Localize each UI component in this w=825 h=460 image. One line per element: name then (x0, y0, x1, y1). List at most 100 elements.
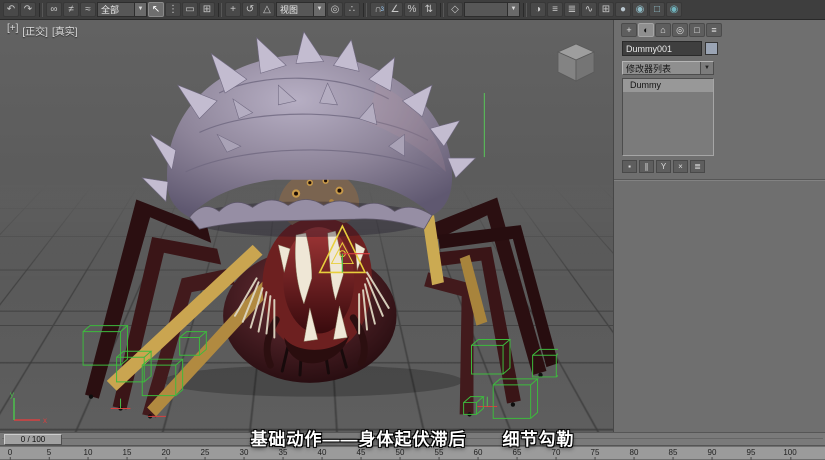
modifier-stack-list[interactable]: Dummy (622, 78, 714, 156)
snap-toggle-3d[interactable]: ∩3 (370, 2, 386, 17)
frame-tick-label: 70 (552, 448, 561, 457)
select-and-link-button[interactable]: ∞ (46, 2, 62, 17)
frame-tick-label: 10 (84, 448, 93, 457)
frame-tick-label: 55 (435, 448, 444, 457)
schematic-view-button[interactable]: ⊞ (598, 2, 614, 17)
redo-button[interactable]: ↷ (20, 2, 36, 17)
frame-tick-label: 95 (747, 448, 756, 457)
creature-model[interactable] (38, 24, 558, 432)
show-end-result-button[interactable]: ∥ (639, 160, 654, 173)
selection-filter-dropdown[interactable]: 全部▼ (97, 2, 147, 17)
frame-tick-label: 100 (783, 448, 796, 457)
frame-tick-label: 75 (591, 448, 600, 457)
select-and-manipulate-button[interactable]: ∴ (344, 2, 360, 17)
remove-modifier-button[interactable]: × (673, 160, 688, 173)
angle-snap-toggle[interactable]: ∠ (387, 2, 403, 17)
material-editor-button[interactable]: ● (615, 2, 631, 17)
chevron-down-icon[interactable]: ▼ (700, 62, 713, 74)
spinner-snap-toggle[interactable]: ⇅ (421, 2, 437, 17)
frame-tick-label: 45 (357, 448, 366, 457)
mirror-button[interactable]: ◑ (530, 2, 546, 17)
toolbar-separator (440, 3, 444, 17)
rendered-frame-window-button[interactable]: □ (649, 2, 665, 17)
frame-tick-label: 35 (279, 448, 288, 457)
viewport-label: [+] [正交] [真实] (7, 23, 78, 38)
layer-manager-button[interactable]: ≣ (564, 2, 580, 17)
unlink-selection-button[interactable]: ≠ (63, 2, 79, 17)
panel-divider (614, 179, 825, 181)
mouth-inner[interactable] (283, 227, 354, 333)
rectangular-selection-region-button[interactable]: ▭ (182, 2, 198, 17)
toolbar-separator (363, 3, 367, 17)
svg-text:y: y (10, 390, 14, 399)
frame-tick-label: 25 (201, 448, 210, 457)
frame-tick-label: 50 (396, 448, 405, 457)
frame-tick-label: 90 (708, 448, 717, 457)
toolbar-separator (39, 3, 43, 17)
render-production-button[interactable]: ◉ (666, 2, 682, 17)
toolbar-separator (218, 3, 222, 17)
frame-tick-label: 0 (8, 448, 12, 457)
frame-tick-label: 20 (162, 448, 171, 457)
curve-editor-button[interactable]: ∿ (581, 2, 597, 17)
tab-modify[interactable]: ◐ (638, 23, 654, 37)
make-unique-button[interactable]: Y (656, 160, 671, 173)
align-button[interactable]: ≡ (547, 2, 563, 17)
time-slider-handle[interactable]: 0 / 100 (4, 434, 62, 445)
frame-tick-label: 30 (240, 448, 249, 457)
modifier-stack-item[interactable]: Dummy (623, 79, 713, 92)
application-window: { "toolbar": { "items": [ {"kind":"icon"… (0, 0, 825, 458)
object-color-swatch[interactable] (705, 42, 718, 55)
tab-display[interactable]: □ (689, 23, 705, 37)
toolbar-separator (523, 3, 527, 17)
select-object-button[interactable]: ↖ (148, 2, 164, 17)
frame-tick-label: 40 (318, 448, 327, 457)
tab-motion[interactable]: ◎ (672, 23, 688, 37)
creature-carapace[interactable] (142, 32, 475, 237)
frame-tick-label: 85 (669, 448, 678, 457)
modifier-list-label: 修改器列表 (623, 62, 700, 75)
chevron-down-icon[interactable]: ▼ (134, 3, 146, 16)
viewport-shading-menu[interactable]: [真实] (52, 23, 78, 38)
named-selection-sets-dropdown[interactable]: ▼ (464, 2, 520, 17)
track-bar[interactable]: 0510152025303540455055606570758085909510… (0, 446, 825, 459)
use-pivot-point-center-button[interactable]: ◎ (327, 2, 343, 17)
modifier-stack-tools: ▪∥Y×≣ (622, 160, 825, 173)
reference-coordinate-dropdown-value: 视图 (277, 3, 313, 16)
select-and-scale-button[interactable]: △ (259, 2, 275, 17)
time-slider-track (2, 438, 823, 439)
reference-coordinate-dropdown[interactable]: 视图▼ (276, 2, 326, 17)
select-by-name-button[interactable]: ⋮ (165, 2, 181, 17)
frame-tick-label: 5 (47, 448, 51, 457)
viewport-pov-menu[interactable]: [正交] (22, 23, 48, 38)
object-name-row (614, 39, 825, 58)
world-axis-gizmo: x y (6, 390, 54, 430)
tab-hierarchy[interactable]: ⌂ (655, 23, 671, 37)
leg-right-inner[interactable] (424, 272, 473, 414)
select-and-rotate-button[interactable]: ↺ (242, 2, 258, 17)
time-slider[interactable]: 0 / 100 (0, 432, 825, 446)
window-crossing-toggle[interactable]: ⊞ (199, 2, 215, 17)
object-name-field[interactable] (622, 41, 702, 56)
frame-tick-label: 65 (513, 448, 522, 457)
viewport-general-menu[interactable]: [+] (7, 23, 18, 38)
tab-create[interactable]: + (621, 23, 637, 37)
percent-snap-toggle[interactable]: % (404, 2, 420, 17)
bind-to-space-warp-button[interactable]: ≈ (80, 2, 96, 17)
tab-utilities[interactable]: ≡ (706, 23, 722, 37)
modifier-list-dropdown[interactable]: 修改器列表 ▼ (622, 61, 714, 75)
viewcube[interactable] (553, 40, 599, 86)
chevron-down-icon[interactable]: ▼ (507, 3, 519, 16)
undo-button[interactable]: ↶ (3, 2, 19, 17)
selection-filter-dropdown-value: 全部 (98, 3, 134, 16)
frame-tick-label: 60 (474, 448, 483, 457)
render-setup-button[interactable]: ◉ (632, 2, 648, 17)
configure-modifier-sets-button[interactable]: ≣ (690, 160, 705, 173)
main-area: [+] [正交] [真实] (0, 20, 825, 432)
viewport[interactable]: [+] [正交] [真实] (0, 20, 613, 432)
command-panel: +◐⌂◎□≡ 修改器列表 ▼ Dummy ▪∥Y×≣ (613, 20, 825, 432)
pin-stack-button[interactable]: ▪ (622, 160, 637, 173)
chevron-down-icon[interactable]: ▼ (313, 3, 325, 16)
edit-named-selection-sets-button[interactable]: ◇ (447, 2, 463, 17)
select-and-move-button[interactable]: + (225, 2, 241, 17)
